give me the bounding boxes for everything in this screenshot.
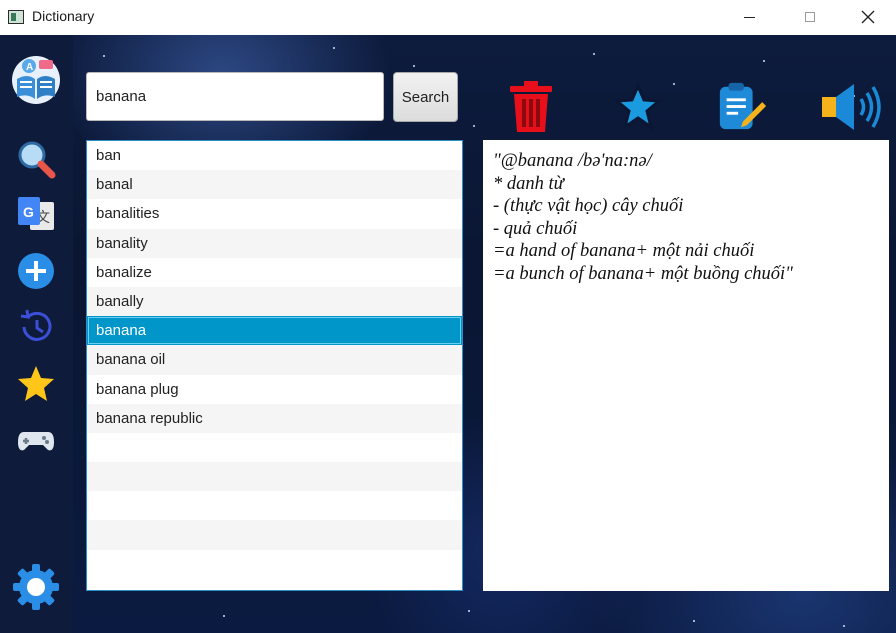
edit-note-icon[interactable] xyxy=(716,80,768,134)
word-list-item[interactable]: banal xyxy=(87,170,462,200)
definition-line: - quả chuối xyxy=(493,218,578,239)
definition-panel: "@banana /bə'na:nə/* danh từ - (thực vật … xyxy=(483,140,889,591)
word-list-item[interactable]: ban xyxy=(87,141,462,170)
definition-line: "@banana /bə'na:nə/ xyxy=(493,151,652,171)
word-list-item[interactable]: banalize xyxy=(87,258,462,287)
minimize-icon xyxy=(743,16,755,18)
speaker-icon[interactable] xyxy=(820,80,884,134)
definition-line: * danh từ xyxy=(493,173,564,194)
empty-list-row xyxy=(87,491,462,520)
search-button[interactable]: Search xyxy=(393,72,458,122)
history-icon[interactable] xyxy=(14,305,58,349)
search-icon[interactable] xyxy=(14,137,58,181)
maximize-button[interactable] xyxy=(787,0,833,34)
word-list-item[interactable]: banana xyxy=(87,316,462,346)
minimize-button[interactable] xyxy=(726,0,772,34)
svg-text:G: G xyxy=(23,204,34,220)
close-button[interactable] xyxy=(845,0,891,34)
word-list-item[interactable]: banana plug xyxy=(87,375,462,404)
definition-line: =a bunch of banana+ một buồng chuối" xyxy=(493,263,793,284)
search-input[interactable] xyxy=(86,72,384,121)
svg-text:A: A xyxy=(26,62,33,73)
word-list-item[interactable]: banana oil xyxy=(87,345,462,375)
add-icon[interactable] xyxy=(14,249,58,293)
window-title: Dictionary xyxy=(32,8,95,24)
word-list-item[interactable]: banana republic xyxy=(87,403,462,433)
settings-gear-icon[interactable] xyxy=(11,562,61,612)
empty-list-row xyxy=(87,433,462,462)
title-bar: Dictionary xyxy=(0,0,896,35)
translate-icon[interactable]: 文 G xyxy=(14,192,58,236)
word-list-item[interactable]: banally xyxy=(87,286,462,317)
close-icon xyxy=(861,10,875,24)
empty-list-row xyxy=(87,520,462,550)
word-list[interactable]: ban banal banalities banality banalize banall… xyxy=(86,140,463,591)
empty-list-row xyxy=(87,462,462,492)
delete-trash-icon[interactable] xyxy=(505,80,557,134)
dictionary-logo-icon[interactable]: A xyxy=(11,55,61,105)
sidebar: A 文 G xyxy=(0,35,73,633)
app-window-icon xyxy=(8,10,24,24)
word-list-item[interactable]: banalities xyxy=(87,199,462,228)
game-controller-icon[interactable] xyxy=(14,418,58,462)
favorite-star-icon[interactable] xyxy=(612,80,664,134)
empty-list-row xyxy=(87,550,462,579)
favorites-star-icon[interactable] xyxy=(14,362,58,406)
maximize-icon xyxy=(805,12,815,22)
definition-line: - (thực vật học) cây chuối xyxy=(493,196,684,216)
definition-line: =a hand of banana+ một nải chuối xyxy=(493,241,755,261)
word-list-item[interactable]: banality xyxy=(87,228,462,258)
